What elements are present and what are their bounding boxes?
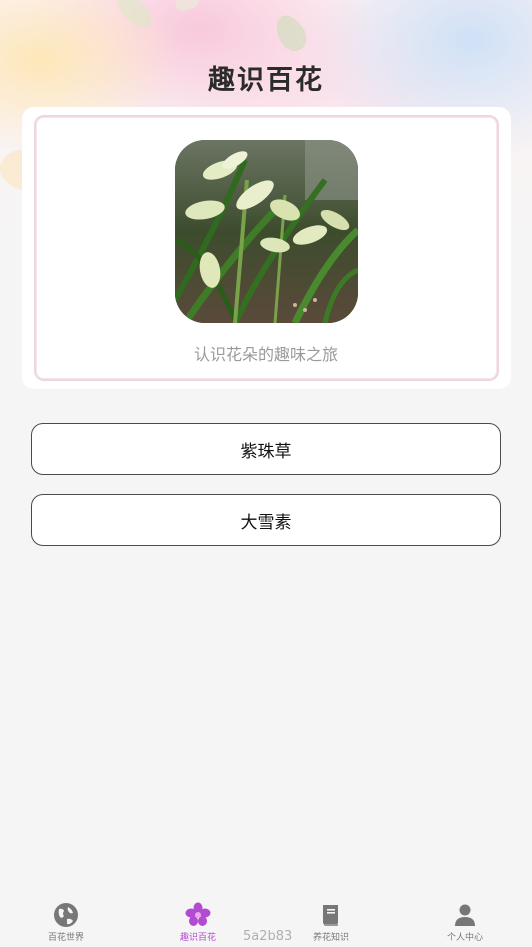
- globe-icon: [53, 902, 79, 928]
- overlay-code-text: 5a2b83: [243, 929, 293, 944]
- tab-label: 个人中心: [446, 933, 483, 943]
- tab-flower-care[interactable]: 养花知识: [286, 902, 376, 946]
- card-caption: 认识花朵的趣味之旅: [193, 345, 338, 364]
- tab-personal-center[interactable]: 个人中心: [420, 902, 510, 946]
- page-title: 趣识百花: [208, 65, 324, 96]
- orchid-photo-illustration: [175, 140, 358, 323]
- tab-label: 百花世界: [47, 933, 84, 943]
- petal-decoration: [112, 0, 158, 33]
- screen: 趣识百花 认识花朵的趣味之旅 紫珠草 大雪素 百花世界 趣识百花 养花知识 个人…: [0, 0, 532, 947]
- petal-decoration: [172, 0, 202, 14]
- petal-decoration: [270, 10, 312, 56]
- person-icon: [452, 902, 478, 928]
- flower-icon: [185, 902, 211, 928]
- tab-label: 养花知识: [312, 933, 349, 943]
- flower-item-button[interactable]: 大雪素: [31, 494, 501, 546]
- flower-item-button[interactable]: 紫珠草: [31, 423, 501, 475]
- tab-label: 趣识百花: [179, 933, 216, 943]
- book-icon: [318, 902, 344, 928]
- tab-flower-world[interactable]: 百花世界: [21, 902, 111, 946]
- orchid-image: [175, 140, 358, 323]
- tab-fun-flowers[interactable]: 趣识百花: [153, 902, 243, 946]
